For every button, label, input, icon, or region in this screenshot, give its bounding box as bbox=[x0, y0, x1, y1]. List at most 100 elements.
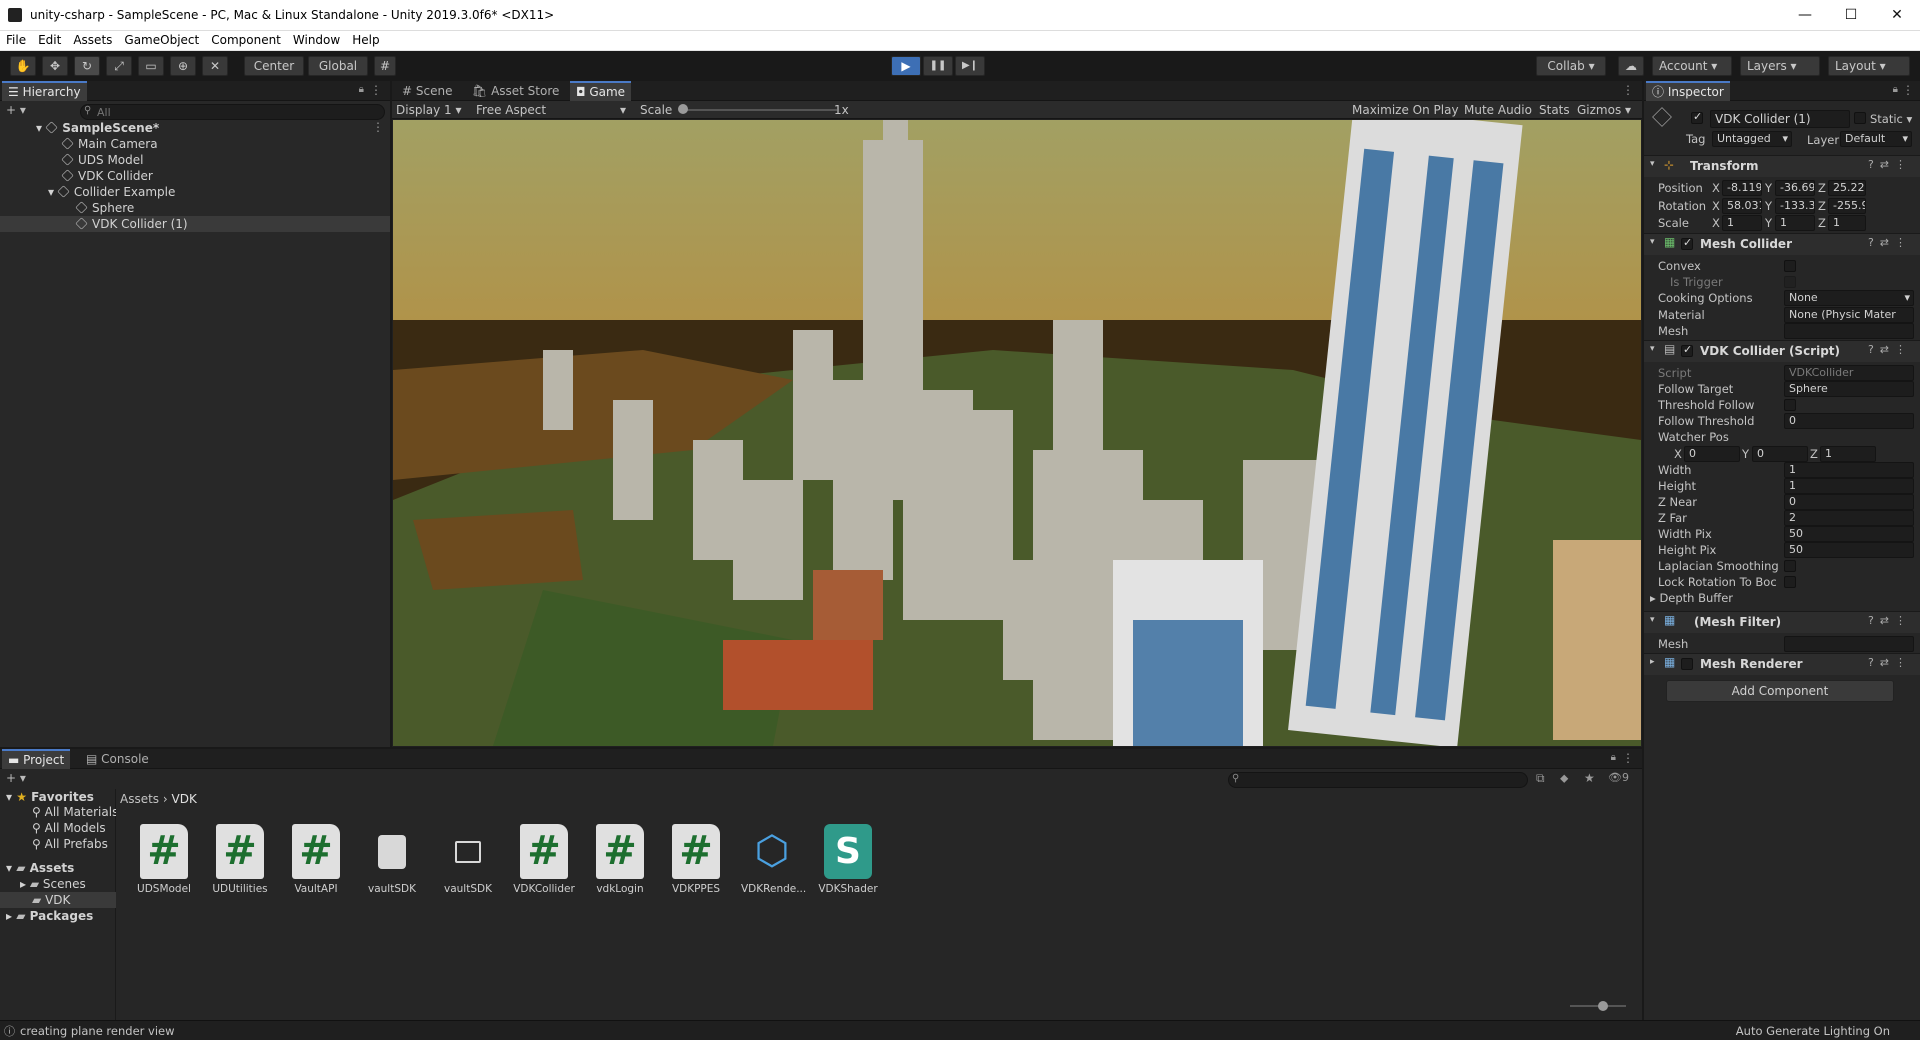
aspect-dropdown[interactable]: Free Aspect ▾ bbox=[476, 103, 626, 117]
add-component-button[interactable]: Add Component bbox=[1666, 680, 1894, 702]
minimize-button[interactable]: — bbox=[1782, 0, 1828, 31]
asset-item[interactable]: vaultSDK bbox=[437, 824, 499, 895]
pivot-global-button[interactable]: Global bbox=[308, 56, 368, 76]
search-by-type-icon[interactable]: ⧉ bbox=[1536, 771, 1545, 786]
foldout-arrow-icon[interactable]: ▾ bbox=[1650, 237, 1655, 247]
mesh-filter-mesh-field[interactable] bbox=[1784, 636, 1914, 652]
tab-game[interactable]: ◘ Game bbox=[570, 81, 632, 101]
hierarchy-item-collider-example[interactable]: ▾ Collider Example bbox=[48, 184, 175, 200]
component-menu-icons[interactable]: ?⇄⋮ bbox=[1868, 656, 1912, 669]
scale-x-field[interactable]: 1 bbox=[1722, 215, 1762, 231]
collab-dropdown[interactable]: Collab ▾ bbox=[1536, 56, 1606, 76]
convex-checkbox[interactable] bbox=[1784, 260, 1796, 272]
tab-project[interactable]: ▬ Project bbox=[2, 749, 71, 769]
asset-item[interactable]: # UDUtilities bbox=[209, 824, 271, 895]
depth-buffer-foldout[interactable]: ▸ Depth Buffer bbox=[1650, 590, 1733, 606]
favorite-star-icon[interactable]: ★ bbox=[1584, 771, 1595, 785]
scene-options-icon[interactable]: ⋮ bbox=[372, 120, 384, 134]
mesh-collider-component-header[interactable]: ▾ ▦ Mesh Collider ?⇄⋮ bbox=[1644, 233, 1920, 255]
is-trigger-checkbox[interactable] bbox=[1784, 276, 1796, 288]
asset-item[interactable]: # VaultAPI bbox=[285, 824, 347, 895]
hierarchy-item-vdk-collider[interactable]: VDK Collider bbox=[61, 168, 153, 184]
folder-scenes[interactable]: ▸ ▰ Scenes bbox=[20, 876, 86, 892]
account-dropdown[interactable]: Account ▾ bbox=[1652, 56, 1732, 76]
scale-tool-icon[interactable]: ⤢ bbox=[106, 56, 132, 76]
kebab-menu-icon[interactable]: ⋮ bbox=[370, 83, 382, 97]
tab-console[interactable]: ▤ Console bbox=[80, 749, 155, 769]
static-checkbox[interactable] bbox=[1854, 112, 1866, 124]
cooking-options-dropdown[interactable]: None ▾ bbox=[1784, 290, 1914, 306]
breadcrumb-vdk[interactable]: VDK bbox=[172, 792, 197, 806]
rotation-z-field[interactable]: -255.99 bbox=[1828, 198, 1866, 214]
follow-target-field[interactable]: Sphere bbox=[1784, 381, 1914, 397]
menu-assets[interactable]: Assets bbox=[67, 31, 118, 49]
transform-component-header[interactable]: ▾ ⊹ Transform ?⇄⋮ bbox=[1644, 155, 1920, 177]
step-button[interactable]: ▶❙ bbox=[955, 56, 985, 76]
foldout-arrow-icon[interactable]: ▾ bbox=[1650, 344, 1655, 354]
cloud-icon[interactable]: ☁ bbox=[1618, 56, 1644, 76]
watcher-x-field[interactable]: 0 bbox=[1684, 446, 1740, 462]
favorite-item-prefabs[interactable]: ⚲ All Prefabs bbox=[32, 836, 108, 852]
tab-hierarchy[interactable]: ☰ Hierarchy bbox=[2, 81, 87, 101]
asset-item[interactable]: # vdkLogin bbox=[589, 824, 651, 895]
component-menu-icons[interactable]: ?⇄⋮ bbox=[1868, 158, 1912, 171]
search-by-label-icon[interactable]: ⬥ bbox=[1560, 771, 1568, 786]
gizmos-dropdown[interactable]: Gizmos ▾ bbox=[1577, 103, 1631, 117]
pause-button[interactable]: ❚❚ bbox=[923, 56, 953, 76]
position-y-field[interactable]: -36.699 bbox=[1775, 180, 1815, 196]
hierarchy-search-input[interactable] bbox=[80, 104, 385, 120]
display-dropdown[interactable]: Display 1 ▾ bbox=[396, 103, 462, 117]
width-pix-field[interactable]: 50 bbox=[1784, 526, 1914, 542]
grid-snap-icon[interactable]: # bbox=[374, 56, 396, 76]
project-search-input[interactable] bbox=[1228, 772, 1528, 788]
maximize-button[interactable]: ☐ bbox=[1828, 0, 1874, 31]
game-viewport-render[interactable] bbox=[393, 120, 1641, 746]
asset-item[interactable]: vaultSDK bbox=[361, 824, 423, 895]
foldout-arrow-icon[interactable]: ▸ bbox=[1650, 657, 1655, 667]
assets-root[interactable]: ▾ ▰ Assets bbox=[6, 860, 74, 876]
component-menu-icons[interactable]: ?⇄⋮ bbox=[1868, 614, 1912, 627]
create-dropdown[interactable]: + ▾ bbox=[6, 103, 26, 117]
width-field[interactable]: 1 bbox=[1784, 462, 1914, 478]
watcher-y-field[interactable]: 0 bbox=[1752, 446, 1808, 462]
hierarchy-item-sphere[interactable]: Sphere bbox=[75, 200, 134, 216]
mute-audio-toggle[interactable]: Mute Audio bbox=[1464, 103, 1532, 117]
object-name-field[interactable]: VDK Collider (1) bbox=[1710, 110, 1850, 128]
inspector-options-icon[interactable]: ⋮ bbox=[1902, 83, 1914, 97]
asset-item[interactable]: # VDKCollider bbox=[513, 824, 575, 895]
asset-item[interactable]: S VDKShader bbox=[817, 824, 879, 895]
scale-z-field[interactable]: 1 bbox=[1828, 215, 1866, 231]
mesh-collider-enabled-checkbox[interactable] bbox=[1681, 236, 1693, 250]
menu-window[interactable]: Window bbox=[287, 31, 346, 49]
foldout-arrow-icon[interactable]: ▾ bbox=[1650, 615, 1655, 625]
play-button[interactable]: ▶ bbox=[891, 56, 921, 76]
mesh-renderer-enabled-checkbox[interactable] bbox=[1681, 658, 1693, 670]
close-button[interactable]: ✕ bbox=[1874, 0, 1920, 31]
lock-icon[interactable]: 🔒︎ bbox=[359, 84, 364, 95]
active-checkbox[interactable] bbox=[1691, 110, 1703, 124]
tag-dropdown[interactable]: Untagged ▾ bbox=[1712, 131, 1792, 147]
asset-item[interactable]: # VDKPPES bbox=[665, 824, 727, 895]
rotation-y-field[interactable]: -133.39 bbox=[1775, 198, 1815, 214]
menu-gameobject[interactable]: GameObject bbox=[118, 31, 205, 49]
menu-component[interactable]: Component bbox=[205, 31, 287, 49]
script-enabled-checkbox[interactable] bbox=[1681, 343, 1693, 357]
mesh-filter-component-header[interactable]: ▾ ▦ (Mesh Filter) ?⇄⋮ bbox=[1644, 611, 1920, 633]
tab-scene[interactable]: # Scene bbox=[396, 81, 458, 101]
z-near-field[interactable]: 0 bbox=[1784, 494, 1914, 510]
project-create-dropdown[interactable]: + ▾ bbox=[6, 771, 26, 785]
component-menu-icons[interactable]: ?⇄⋮ bbox=[1868, 343, 1912, 356]
layer-dropdown[interactable]: Default ▾ bbox=[1840, 131, 1912, 147]
position-x-field[interactable]: -8.1199 bbox=[1722, 180, 1762, 196]
scale-slider-handle[interactable] bbox=[678, 104, 688, 114]
material-field[interactable]: None (Physic Mater bbox=[1784, 307, 1914, 323]
component-menu-icons[interactable]: ?⇄⋮ bbox=[1868, 236, 1912, 249]
menu-edit[interactable]: Edit bbox=[32, 31, 67, 49]
layout-dropdown[interactable]: Layout ▾ bbox=[1828, 56, 1910, 76]
z-far-field[interactable]: 2 bbox=[1784, 510, 1914, 526]
packages-root[interactable]: ▸ ▰ Packages bbox=[6, 908, 93, 924]
project-options-icon[interactable]: ⋮ bbox=[1622, 751, 1634, 765]
watcher-z-field[interactable]: 1 bbox=[1820, 446, 1876, 462]
favorites-root[interactable]: ▾ ★ Favorites bbox=[6, 789, 94, 805]
status-message[interactable]: creating plane render view bbox=[20, 1024, 175, 1038]
